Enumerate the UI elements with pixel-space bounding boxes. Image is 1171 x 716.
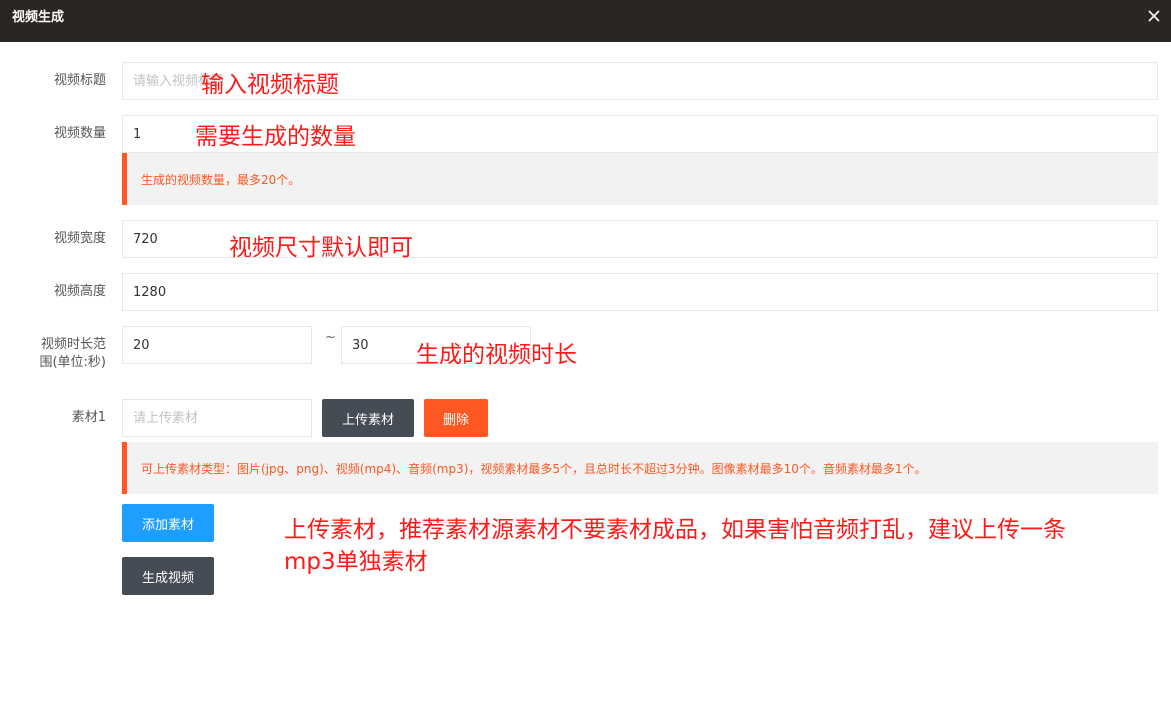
video-title-input[interactable] xyxy=(122,62,1158,100)
video-width-input[interactable] xyxy=(122,220,1158,258)
annotation-material-line2: mp3单独素材 xyxy=(284,549,428,575)
height-label: 视频高度 xyxy=(53,284,106,299)
count-tip: 生成的视频数量，最多20个。 xyxy=(122,153,1158,205)
duration-label: 视频时长范围(单位:秒) xyxy=(39,337,106,370)
video-height-input[interactable] xyxy=(122,273,1158,311)
video-count-input[interactable] xyxy=(122,115,1158,153)
duration-separator: ~ xyxy=(325,330,336,345)
generate-video-button[interactable]: 生成视频 xyxy=(122,557,214,595)
dialog-title: 视频生成 xyxy=(12,10,65,25)
title-label: 视频标题 xyxy=(53,73,106,88)
close-icon[interactable] xyxy=(1145,6,1163,26)
material-tip-text: 可上传素材类型：图片(jpg、png)、视频(mp4)、音频(mp3)，视频素材… xyxy=(141,461,927,476)
count-tip-text: 生成的视频数量，最多20个。 xyxy=(141,172,301,187)
upload-material-button[interactable]: 上传素材 xyxy=(322,399,414,437)
duration-min-input[interactable] xyxy=(122,326,312,364)
dialog-titlebar: 视频生成 xyxy=(0,0,1171,42)
material-tip: 可上传素材类型：图片(jpg、png)、视频(mp4)、音频(mp3)，视频素材… xyxy=(122,442,1158,494)
count-label: 视频数量 xyxy=(53,126,106,141)
delete-material-button[interactable]: 删除 xyxy=(424,399,488,437)
material-input[interactable] xyxy=(122,399,312,437)
material-label: 素材1 xyxy=(71,410,106,425)
annotation-material-line1: 上传素材，推荐素材源素材不要素材成品，如果害怕音频打乱，建议上传一条 xyxy=(284,517,1066,543)
width-label: 视频宽度 xyxy=(53,231,106,246)
duration-max-input[interactable] xyxy=(341,326,531,364)
add-material-button[interactable]: 添加素材 xyxy=(122,504,214,542)
